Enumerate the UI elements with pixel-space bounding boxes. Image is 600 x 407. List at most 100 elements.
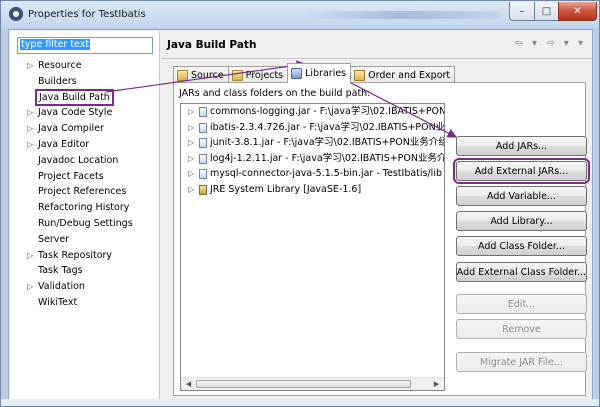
- title-bar[interactable]: Properties for TestIbatis – □ ✕: [1, 1, 599, 28]
- tree-item-label: Java Editor: [38, 138, 90, 150]
- tab-label: Projects: [245, 69, 284, 81]
- tab-projects[interactable]: Projects: [227, 66, 289, 83]
- expand-arrow-icon[interactable]: ▷: [188, 120, 194, 136]
- add-library-button[interactable]: Add Library...: [456, 211, 587, 231]
- tree-item[interactable]: ▷ Java Editor: [10, 137, 160, 153]
- tree-item[interactable]: Java Build Path: [10, 88, 160, 106]
- build-path-tabs: Source Projects Libraries Order and Export: [173, 63, 456, 83]
- left-pane: type filter text ▷ Resource Builders Java B…: [10, 31, 160, 400]
- expand-arrow-icon[interactable]: ▷: [188, 135, 194, 151]
- list-item[interactable]: ▷ mysql-connector-java-5.1.5-bin.jar - Te…: [181, 166, 444, 182]
- close-button[interactable]: ✕: [558, 2, 597, 21]
- list-item-label: ibatis-2.3.4.726.jar - F:\java学习\02.IBAT…: [210, 121, 445, 133]
- add-external-class-folder-button[interactable]: Add External Class Folder...: [456, 262, 587, 282]
- page-title: Java Build Path: [167, 39, 257, 51]
- tree-item-label: Java Build Path: [35, 88, 114, 106]
- tree-item[interactable]: Javadoc Location: [10, 153, 160, 169]
- expand-arrow-icon[interactable]: ▷: [188, 166, 194, 182]
- tree-item[interactable]: ▷ Java Compiler: [10, 121, 160, 137]
- filter-input-text: type filter text: [20, 39, 91, 50]
- window-title: Properties for TestIbatis: [28, 9, 146, 20]
- source-folder-icon: [177, 69, 188, 81]
- list-item[interactable]: ▷ junit-3.8.1.jar - F:\java学习\02.IBATIS+P…: [181, 135, 444, 151]
- list-item[interactable]: ▷ commons-logging.jar - F:\java学习\02.IBAT…: [181, 104, 444, 120]
- horizontal-scrollbar[interactable]: ◀ ▶: [181, 377, 444, 390]
- jar-icon: [199, 107, 207, 117]
- add-variable-button[interactable]: Add Variable...: [456, 186, 587, 206]
- jre-library-icon: [199, 184, 207, 195]
- add-class-folder-button[interactable]: Add Class Folder...: [456, 236, 587, 256]
- tree-item-label: Java Compiler: [38, 123, 104, 135]
- expand-arrow-icon[interactable]: ▷: [188, 151, 194, 167]
- expand-arrow-icon[interactable]: ▷: [188, 182, 194, 198]
- tree-item-label: Project Facets: [38, 170, 104, 182]
- minimize-button[interactable]: –: [509, 2, 535, 21]
- tree-item-label: Task Repository: [38, 249, 113, 261]
- title-bar-blur: [301, 11, 501, 19]
- tree-item-label: WikiText: [38, 296, 78, 308]
- title-separator: [161, 58, 592, 59]
- scroll-thumb[interactable]: [196, 380, 411, 388]
- tree-item[interactable]: Refactoring History: [10, 200, 160, 216]
- tree-item[interactable]: Server: [10, 232, 160, 248]
- maximize-button[interactable]: □: [534, 2, 559, 21]
- tree-item-label: Builders: [38, 75, 77, 87]
- add-external-jars-button[interactable]: Add External JARs...: [453, 158, 590, 184]
- list-item-label: junit-3.8.1.jar - F:\java学习\02.IBATIS+PO…: [210, 137, 445, 148]
- jar-icon: [199, 169, 207, 179]
- tab-label: Source: [191, 69, 224, 81]
- scroll-right-icon[interactable]: ▶: [430, 378, 443, 390]
- migrate-jar-file-button[interactable]: Migrate JAR File...: [456, 352, 587, 372]
- jar-list[interactable]: ▷ commons-logging.jar - F:\java学习\02.IBAT…: [180, 103, 445, 391]
- tree-item-label: Project References: [38, 186, 127, 198]
- tree-item[interactable]: Run/Debug Settings: [10, 216, 160, 232]
- expand-arrow-icon[interactable]: ▷: [27, 137, 33, 153]
- tab-libraries[interactable]: Libraries: [287, 63, 352, 83]
- tree-item-label: Task Tags: [38, 265, 83, 277]
- tree-item[interactable]: WikiText: [10, 295, 160, 311]
- add-jars-button[interactable]: Add JARs...: [456, 136, 587, 156]
- filter-input[interactable]: type filter text: [17, 37, 153, 54]
- order-export-icon: [354, 69, 366, 81]
- tab-source[interactable]: Source: [173, 66, 229, 83]
- list-item[interactable]: ▷ JRE System Library [JavaSE-1.6]: [181, 182, 444, 198]
- tree-item[interactable]: Builders: [10, 74, 160, 90]
- list-item-label: mysql-connector-java-5.1.5-bin.jar - Tes…: [210, 168, 442, 179]
- tree-item[interactable]: ▷ Resource: [10, 58, 160, 74]
- expand-arrow-icon[interactable]: ▷: [27, 58, 33, 74]
- expand-arrow-icon[interactable]: ▷: [27, 121, 33, 137]
- list-item[interactable]: ▷ ibatis-2.3.4.726.jar - F:\java学习\02.IBA…: [181, 120, 444, 136]
- list-item-label: commons-logging.jar - F:\java学习\02.IBATI…: [210, 106, 445, 117]
- expand-arrow-icon[interactable]: ▷: [27, 248, 33, 264]
- jar-icon: [199, 138, 207, 148]
- tree-item[interactable]: Project Facets: [10, 169, 160, 185]
- expand-arrow-icon[interactable]: ▷: [27, 279, 33, 295]
- tree-item-label: Validation: [38, 281, 85, 293]
- projects-icon: [231, 69, 243, 81]
- properties-window: Properties for TestIbatis – □ ✕ type fil…: [0, 0, 600, 407]
- tree-item[interactable]: ▷ Java Code Style: [10, 105, 160, 121]
- history-nav-arrows[interactable]: ⇦ ▾ ⇨ ▾ ▾: [514, 38, 586, 49]
- tree-item[interactable]: ▷ Validation: [10, 279, 160, 295]
- tree-item-label: Refactoring History: [38, 202, 130, 214]
- jar-items: ▷ commons-logging.jar - F:\java学习\02.IBAT…: [181, 104, 444, 197]
- list-item[interactable]: ▷ log4j-1.2.11.jar - F:\java学习\02.IBATIS+…: [181, 151, 444, 167]
- tree-item[interactable]: ▷ Task Repository: [10, 248, 160, 264]
- jar-list-caption: JARs and class folders on the build path…: [179, 88, 371, 99]
- tree-item-label: Run/Debug Settings: [38, 217, 133, 229]
- expand-arrow-icon[interactable]: ▷: [188, 104, 194, 120]
- edit-button[interactable]: Edit...: [456, 294, 587, 314]
- jar-icon: [199, 153, 207, 164]
- tab-label: Order and Export: [368, 69, 451, 81]
- expand-arrow-icon[interactable]: ▷: [27, 105, 33, 121]
- remove-button[interactable]: Remove: [456, 319, 587, 339]
- list-item-label: log4j-1.2.11.jar - F:\java学习\02.IBATIS+P…: [210, 152, 445, 164]
- tab-order-and-export[interactable]: Order and Export: [350, 66, 456, 83]
- dialog-client-area: type filter text ▷ Resource Builders Java B…: [8, 29, 593, 401]
- tree-item[interactable]: Project References: [10, 184, 160, 200]
- property-tree: ▷ Resource Builders Java Build Path ▷ Java Co…: [10, 58, 160, 311]
- tree-item[interactable]: Task Tags: [10, 263, 160, 279]
- scroll-left-icon[interactable]: ◀: [182, 378, 195, 390]
- tree-item-label: Java Code Style: [38, 107, 113, 119]
- tab-label: Libraries: [305, 67, 347, 79]
